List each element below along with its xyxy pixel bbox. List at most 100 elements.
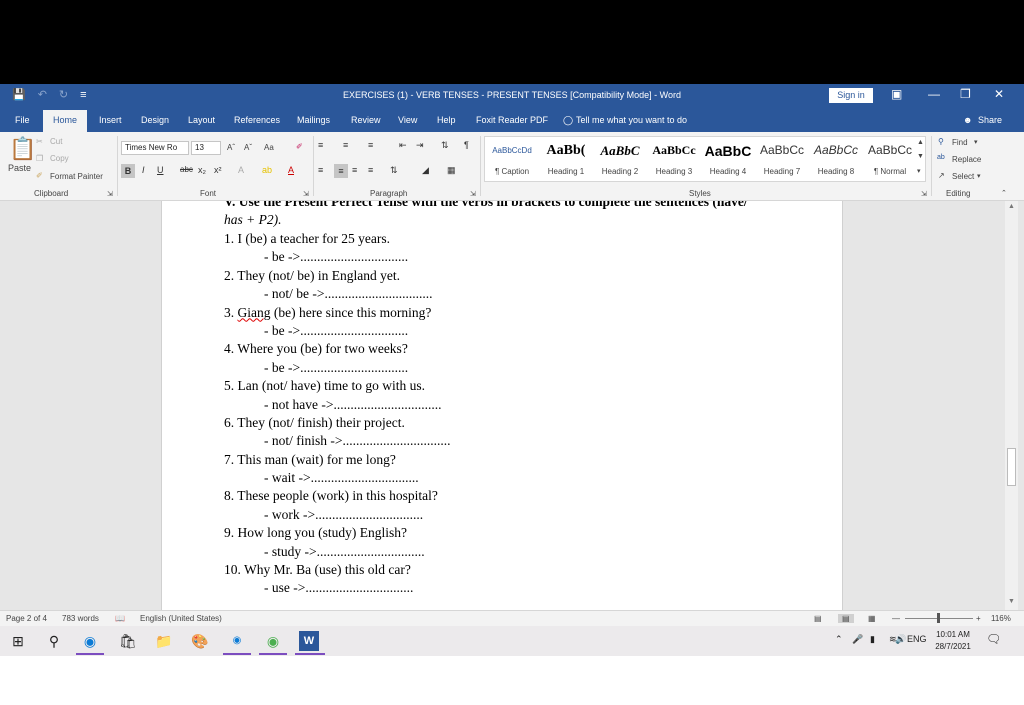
borders-icon[interactable]: ▦: [447, 165, 456, 176]
bold-icon[interactable]: B: [121, 164, 135, 178]
superscript-icon[interactable]: x²: [214, 165, 222, 175]
style-heading-7[interactable]: AaBbCc Heading 7: [755, 137, 809, 181]
tab-references[interactable]: References: [234, 115, 280, 125]
spelling-error[interactable]: Giang: [238, 305, 271, 320]
tab-help[interactable]: Help: [437, 115, 456, 125]
read-mode-icon[interactable]: ▤: [814, 614, 822, 623]
grow-font-icon[interactable]: Aˆ: [227, 143, 235, 152]
start-icon[interactable]: ⊞: [8, 631, 28, 651]
vertical-scrollbar[interactable]: ▲ ▼: [1005, 201, 1018, 610]
notifications-icon[interactable]: 🗨: [986, 632, 1001, 646]
word-count[interactable]: 783 words: [62, 614, 99, 623]
align-center-icon[interactable]: ≡: [334, 164, 348, 178]
tab-file[interactable]: File: [15, 115, 30, 125]
microphone-icon[interactable]: 🎤: [852, 634, 863, 645]
style-normal[interactable]: AaBbCc ¶ Normal: [863, 137, 917, 181]
format-painter-button[interactable]: Format Painter: [50, 172, 103, 181]
cut-button[interactable]: Cut: [50, 137, 62, 146]
print-layout-icon[interactable]: ▤: [838, 614, 854, 623]
paint-icon[interactable]: 🎨: [190, 631, 210, 651]
paste-button[interactable]: Paste: [8, 163, 31, 173]
style-heading-8[interactable]: AaBbCc Heading 8: [809, 137, 863, 181]
language-status[interactable]: English (United States): [140, 614, 222, 623]
document-text[interactable]: V. Use the Present Perfect Tense with th…: [224, 201, 824, 598]
page-count[interactable]: Page 2 of 4: [6, 614, 47, 623]
word-icon[interactable]: W: [299, 631, 319, 651]
tab-review[interactable]: Review: [351, 115, 381, 125]
battery-icon[interactable]: ▮: [870, 634, 875, 645]
sign-in-button[interactable]: Sign in: [829, 88, 873, 103]
scroll-up-icon[interactable]: ▲: [1005, 203, 1018, 210]
input-language[interactable]: ENG: [907, 634, 927, 644]
zalo-icon[interactable]: ◉: [227, 631, 247, 651]
font-launcher-icon[interactable]: ⇲: [303, 190, 309, 198]
tab-home[interactable]: Home: [43, 110, 88, 132]
system-clock[interactable]: 10:01 AM 28/7/2021: [930, 629, 976, 653]
volume-icon[interactable]: 🔊: [895, 634, 906, 645]
font-color-icon[interactable]: A: [288, 165, 294, 175]
clear-formatting-icon[interactable]: ✐: [296, 142, 303, 151]
browser-icon[interactable]: ◉: [263, 631, 283, 651]
style-heading-1[interactable]: AaBb( Heading 1: [539, 137, 593, 181]
search-icon[interactable]: ⚲: [44, 631, 64, 651]
tab-mailings[interactable]: Mailings: [297, 115, 330, 125]
underline-icon[interactable]: U: [157, 165, 164, 175]
styles-scroll-down-icon[interactable]: ▼: [917, 153, 924, 160]
zoom-in-icon[interactable]: +: [976, 614, 981, 623]
close-icon[interactable]: ✕: [994, 87, 1004, 101]
find-dropdown-icon[interactable]: ▾: [974, 138, 978, 146]
tell-me-box[interactable]: Tell me what you want to do: [576, 115, 687, 125]
text-effects-icon[interactable]: A: [238, 165, 244, 175]
share-button[interactable]: Share: [978, 115, 1002, 125]
tab-view[interactable]: View: [398, 115, 417, 125]
align-right-icon[interactable]: ≡: [352, 165, 357, 175]
italic-icon[interactable]: I: [142, 165, 145, 175]
tab-foxit[interactable]: Foxit Reader PDF: [476, 115, 548, 125]
file-explorer-icon[interactable]: 📁: [154, 631, 174, 651]
style-heading-4[interactable]: AaBbC Heading 4: [701, 137, 755, 181]
tab-design[interactable]: Design: [141, 115, 169, 125]
replace-button[interactable]: Replace: [952, 155, 981, 164]
bullets-icon[interactable]: ≡: [318, 140, 323, 150]
web-layout-icon[interactable]: ▦: [868, 614, 876, 623]
select-dropdown-icon[interactable]: ▾: [977, 172, 981, 180]
font-name-box[interactable]: Times New Ro: [121, 141, 189, 155]
paste-icon[interactable]: 📋: [9, 136, 36, 162]
strikethrough-icon[interactable]: abc: [180, 165, 193, 174]
collapse-ribbon-icon[interactable]: ⌃: [1001, 189, 1007, 197]
subscript-icon[interactable]: x₂: [198, 165, 206, 175]
styles-scroll-up-icon[interactable]: ▲: [917, 139, 924, 146]
style-heading-2[interactable]: AaBbC Heading 2: [593, 137, 647, 181]
increase-indent-icon[interactable]: ⇥: [416, 140, 424, 151]
proofing-icon[interactable]: 📖: [115, 614, 125, 623]
shading-icon[interactable]: ◢: [422, 165, 429, 176]
align-left-icon[interactable]: ≡: [318, 165, 323, 175]
paragraph-launcher-icon[interactable]: ⇲: [470, 190, 476, 198]
justify-icon[interactable]: ≡: [368, 165, 373, 175]
show-formatting-icon[interactable]: ¶: [464, 140, 469, 150]
styles-more-icon[interactable]: ▾: [917, 167, 921, 175]
numbering-icon[interactable]: ≡: [343, 140, 348, 150]
change-case-button[interactable]: Aa: [264, 143, 274, 152]
tab-insert[interactable]: Insert: [99, 115, 122, 125]
sort-icon[interactable]: ⇅: [441, 140, 449, 151]
decrease-indent-icon[interactable]: ⇤: [399, 140, 407, 151]
copy-button[interactable]: Copy: [50, 154, 69, 163]
clipboard-launcher-icon[interactable]: ⇲: [107, 190, 113, 198]
multilevel-list-icon[interactable]: ≡: [368, 140, 373, 150]
edge-icon[interactable]: ◉: [80, 631, 100, 651]
style-caption[interactable]: AaBbCcDd ¶ Caption: [485, 137, 539, 181]
show-hidden-icons-icon[interactable]: ⌃: [835, 634, 843, 645]
ribbon-display-icon[interactable]: ▣: [891, 87, 902, 101]
highlight-color-icon[interactable]: ab: [262, 165, 272, 175]
zoom-slider-thumb[interactable]: [937, 613, 940, 623]
style-heading-3[interactable]: AaBbCc Heading 3: [647, 137, 701, 181]
zoom-out-icon[interactable]: —: [892, 614, 900, 623]
restore-icon[interactable]: ❐: [960, 87, 971, 101]
styles-launcher-icon[interactable]: ⇲: [921, 190, 927, 198]
scrollbar-thumb[interactable]: [1007, 448, 1016, 486]
scroll-down-icon[interactable]: ▼: [1005, 598, 1018, 605]
zoom-level[interactable]: 116%: [991, 614, 1011, 623]
document-page[interactable]: V. Use the Present Perfect Tense with th…: [161, 201, 843, 610]
select-button[interactable]: Select: [952, 172, 974, 181]
